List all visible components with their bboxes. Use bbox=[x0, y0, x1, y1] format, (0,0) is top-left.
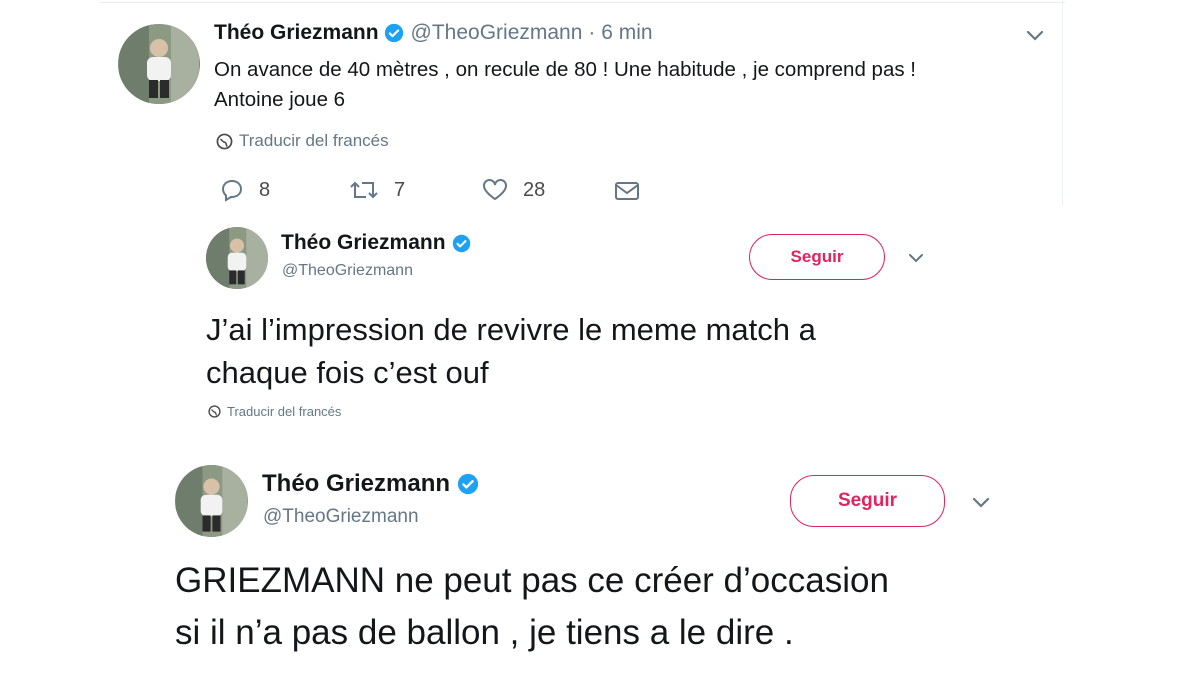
like-count: 28 bbox=[523, 178, 546, 201]
author-name[interactable]: Théo Griezmann bbox=[262, 470, 450, 498]
retweet-button[interactable]: 7 bbox=[348, 178, 405, 202]
tweet-timestamp[interactable]: · 6 min bbox=[588, 21, 652, 45]
author-handle[interactable]: @TheoGriezmann bbox=[263, 506, 419, 528]
direct-message-button[interactable] bbox=[613, 180, 641, 202]
chevron-down-icon[interactable] bbox=[1025, 28, 1045, 44]
verified-badge-icon bbox=[457, 473, 479, 495]
reply-button[interactable]: 8 bbox=[219, 178, 270, 202]
right-divider bbox=[1062, 0, 1063, 205]
translate-link[interactable]: Traducir del francés bbox=[216, 131, 389, 151]
author-name[interactable]: Théo Griezmann bbox=[214, 21, 379, 45]
tweet-text-line: chaque fois c’est ouf bbox=[206, 355, 489, 390]
avatar[interactable] bbox=[118, 24, 200, 104]
globe-icon bbox=[208, 405, 221, 418]
author-name[interactable]: Théo Griezmann bbox=[281, 231, 446, 255]
message-icon bbox=[615, 182, 639, 200]
translate-label[interactable]: Traducir del francés bbox=[227, 404, 341, 419]
chevron-down-icon[interactable] bbox=[907, 251, 925, 265]
tweet-text-line: GRIEZMANN ne peut pas ce créer d’occasio… bbox=[175, 561, 889, 600]
author-handle[interactable]: @TheoGriezmann bbox=[411, 21, 583, 45]
verified-badge-icon bbox=[384, 23, 403, 43]
chevron-down-icon[interactable] bbox=[971, 495, 991, 511]
like-button[interactable]: 28 bbox=[481, 178, 545, 202]
top-divider bbox=[100, 2, 1065, 3]
avatar[interactable] bbox=[206, 227, 268, 289]
follow-button[interactable]: Seguir bbox=[749, 234, 885, 280]
tweet-text-line: J’ai l’impression de revivre le meme mat… bbox=[206, 312, 816, 347]
globe-icon bbox=[216, 133, 233, 149]
reply-count: 8 bbox=[259, 178, 271, 201]
tweet-text-line: Antoine joue 6 bbox=[214, 88, 346, 111]
author-handle[interactable]: @TheoGriezmann bbox=[282, 262, 413, 280]
tweet-text-line: si il n’a pas de ballon , je tiens a le … bbox=[175, 613, 794, 652]
follow-button[interactable]: Seguir bbox=[790, 475, 945, 527]
like-icon bbox=[483, 179, 507, 201]
avatar[interactable] bbox=[175, 465, 248, 537]
reply-icon bbox=[221, 179, 243, 202]
retweet-count: 7 bbox=[394, 178, 406, 201]
translate-link[interactable]: Traducir del francés bbox=[208, 404, 341, 419]
verified-badge-icon bbox=[452, 234, 470, 252]
retweet-icon bbox=[350, 181, 378, 199]
tweet-text-line: On avance de 40 mètres , on recule de 80… bbox=[214, 58, 916, 81]
translate-label[interactable]: Traducir del francés bbox=[239, 131, 389, 151]
